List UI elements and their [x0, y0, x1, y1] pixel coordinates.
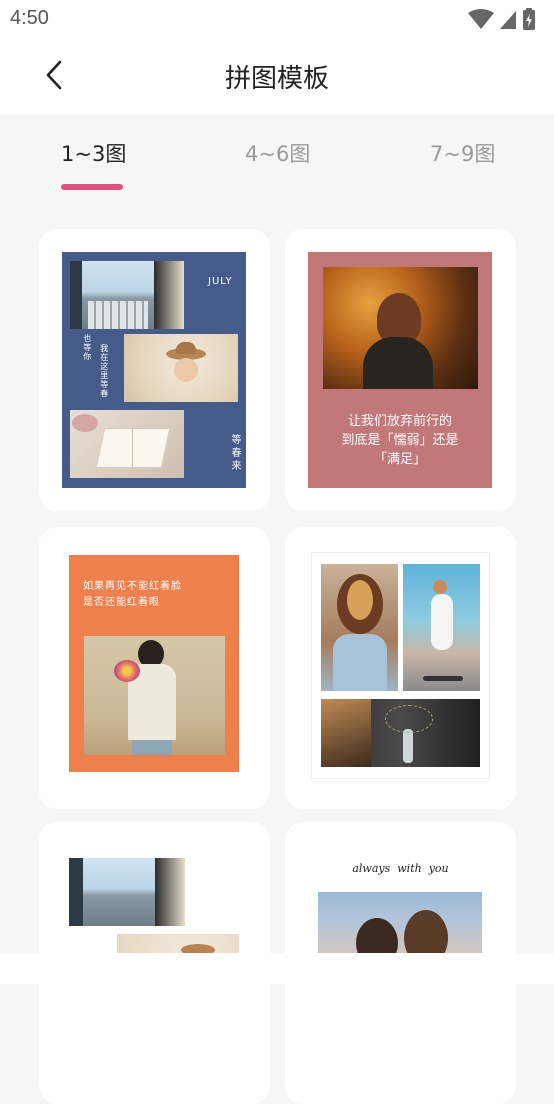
- city-window-photo: [70, 261, 184, 329]
- app-header: 拼图模板: [0, 38, 554, 114]
- hat-photo: [124, 334, 238, 402]
- month-label: JULY: [208, 276, 233, 287]
- wifi-icon: [468, 9, 494, 29]
- status-bar: 4:50: [0, 0, 554, 38]
- book-photo: [70, 410, 184, 478]
- template-thumbnail: [69, 858, 239, 958]
- caption-line-2: 到底是「懦弱」还是: [341, 433, 459, 448]
- template-thumbnail: 让我们放弃前行的 到底是「懦弱」还是 「满足」: [308, 252, 492, 488]
- vertical-text-b: 我在这里等春: [99, 344, 109, 398]
- caption-line-1: 让我们放弃前行的: [347, 414, 452, 429]
- tab-indicator: [61, 184, 123, 190]
- city-window-photo: [69, 858, 185, 926]
- template-thumbnail: [311, 552, 490, 779]
- flower-man-photo: [84, 636, 225, 755]
- caption-line-1: 如果再见不能红着脸: [83, 581, 182, 592]
- tab-bar: 1~3图 4~6图 7~9图: [0, 114, 554, 204]
- template-thumbnail: JULY 也等你 我在这里等春 等春来: [62, 252, 246, 488]
- template-card-4[interactable]: [285, 527, 516, 809]
- tab-1-3[interactable]: 1~3图: [61, 138, 126, 168]
- two-girls-photo: [318, 892, 482, 962]
- signal-icon: [500, 11, 516, 29]
- caption-line-3: 「满足」: [373, 452, 426, 467]
- leaf-girl-photo: [321, 564, 398, 691]
- vertical-text-a: 也等你: [82, 334, 92, 361]
- template-card-1[interactable]: JULY 也等你 我在这里等春 等春来: [39, 229, 270, 511]
- vertical-text-c: 等春来: [229, 434, 240, 473]
- tab-4-6[interactable]: 4~6图: [245, 138, 310, 168]
- template-card-3[interactable]: 如果再见不能红着脸 是否还能红着眼: [39, 527, 270, 809]
- status-icons: [468, 8, 535, 30]
- template-card-2[interactable]: 让我们放弃前行的 到底是「懦弱」还是 「满足」: [285, 229, 516, 511]
- bottom-edge: [0, 953, 554, 984]
- page-title: 拼图模板: [224, 64, 329, 94]
- always-with-you-caption: always with you: [352, 862, 449, 875]
- status-time: 4:50: [10, 7, 49, 29]
- vase-photo: [321, 699, 480, 767]
- template-thumbnail: 如果再见不能红着脸 是否还能红着眼: [69, 555, 239, 772]
- skater-photo: [403, 564, 480, 691]
- caption-line-2: 是否还能红着眼: [83, 597, 160, 608]
- tab-7-9[interactable]: 7~9图: [430, 138, 495, 168]
- forest-girl-photo: [323, 267, 478, 389]
